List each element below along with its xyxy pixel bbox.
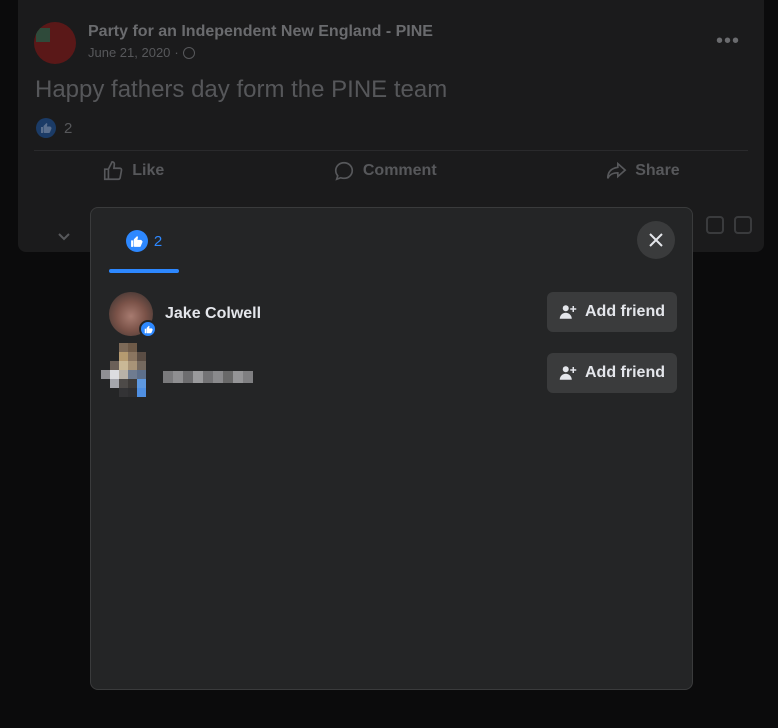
redacted-name-blur	[163, 371, 253, 383]
list-item: Add friend	[101, 343, 677, 399]
active-tab-indicator	[109, 269, 179, 273]
post-date[interactable]: June 21, 2020	[88, 45, 170, 60]
add-friend-label: Add friend	[585, 364, 665, 381]
post-actions: Like Comment Share	[18, 160, 764, 182]
page-avatar[interactable]	[34, 22, 76, 64]
close-icon	[649, 233, 663, 247]
like-icon	[104, 161, 123, 181]
share-button[interactable]: Share	[605, 160, 680, 182]
comment-button[interactable]: Comment	[333, 160, 437, 182]
post-meta: June 21, 2020 ·	[88, 45, 195, 60]
share-label: Share	[635, 162, 680, 179]
like-button[interactable]: Like	[102, 160, 164, 182]
comment-tools	[706, 216, 752, 234]
add-friend-label: Add friend	[585, 303, 665, 320]
reaction-summary[interactable]: 2	[36, 118, 72, 138]
tab-like-count: 2	[153, 232, 163, 250]
comment-label: Comment	[362, 162, 437, 179]
gif-icon[interactable]	[706, 216, 724, 234]
add-friend-icon	[559, 305, 577, 319]
like-badge-icon	[139, 320, 157, 338]
meta-separator: ·	[174, 45, 179, 60]
like-label: Like	[132, 162, 165, 179]
list-item: Jake Colwell Add friend	[109, 292, 677, 338]
add-friend-icon	[559, 366, 577, 380]
post-divider	[34, 150, 748, 151]
more-icon[interactable]: •••	[716, 30, 740, 53]
post-text: Happy fathers day form the PINE team	[35, 76, 448, 103]
person-name[interactable]: Jake Colwell	[165, 305, 261, 323]
like-icon	[125, 230, 148, 252]
page: Party for an Independent New England - P…	[0, 0, 778, 728]
close-button[interactable]	[637, 221, 675, 259]
sticker-icon[interactable]	[734, 216, 752, 234]
reaction-count: 2	[64, 119, 73, 137]
page-name[interactable]: Party for an Independent New England - P…	[88, 23, 433, 41]
share-icon	[607, 161, 627, 179]
tab-like[interactable]: 2	[109, 208, 179, 274]
chevron-down-icon[interactable]	[56, 228, 72, 244]
reactions-dialog: 2 Jake Colwell Add friend Add friend	[90, 207, 693, 690]
comment-icon	[334, 161, 353, 181]
like-icon	[36, 118, 56, 138]
add-friend-button[interactable]: Add friend	[547, 353, 677, 393]
add-friend-button[interactable]: Add friend	[547, 292, 677, 332]
redacted-avatar[interactable]	[101, 343, 157, 399]
globe-icon	[182, 46, 195, 59]
